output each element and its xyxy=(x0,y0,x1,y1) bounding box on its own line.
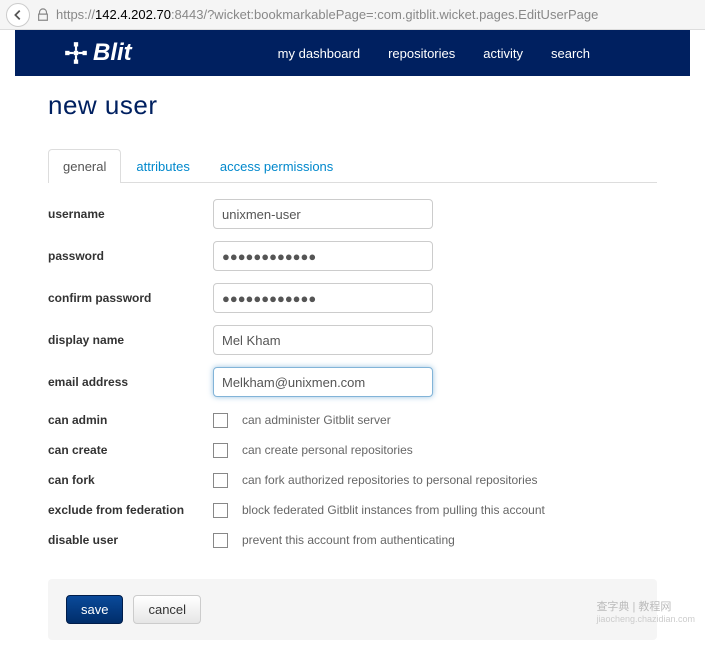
browser-address-bar: https://142.4.202.70:8443/?wicket:bookma… xyxy=(0,0,705,30)
can-create-checkbox[interactable] xyxy=(213,443,228,458)
username-input[interactable] xyxy=(213,199,433,229)
can-fork-checkbox[interactable] xyxy=(213,473,228,488)
nav-repositories[interactable]: repositories xyxy=(388,46,455,61)
confirm-password-input[interactable] xyxy=(213,283,433,313)
brand-logo[interactable]: Blit xyxy=(63,39,132,67)
form-actions: save cancel xyxy=(48,579,657,640)
can-create-desc: can create personal repositories xyxy=(242,443,413,457)
email-label: email address xyxy=(48,375,213,389)
nav-search[interactable]: search xyxy=(551,46,590,61)
tab-attributes[interactable]: attributes xyxy=(121,149,204,183)
email-input[interactable] xyxy=(213,367,433,397)
can-admin-desc: can administer Gitblit server xyxy=(242,413,391,427)
nav-activity[interactable]: activity xyxy=(483,46,523,61)
exclude-federation-desc: block federated Gitblit instances from p… xyxy=(242,503,545,517)
tab-general[interactable]: general xyxy=(48,149,121,183)
lock-icon xyxy=(36,8,50,22)
gitblit-logo-icon xyxy=(63,40,89,66)
brand-text: Blit xyxy=(93,39,132,67)
disable-user-checkbox[interactable] xyxy=(213,533,228,548)
disable-user-label: disable user xyxy=(48,533,213,547)
username-label: username xyxy=(48,207,213,221)
page-title: new user xyxy=(48,90,657,121)
tabs-container: general attributes access permissions xyxy=(48,149,657,183)
back-button[interactable] xyxy=(6,3,30,27)
tab-access-permissions[interactable]: access permissions xyxy=(205,149,348,183)
url-display[interactable]: https://142.4.202.70:8443/?wicket:bookma… xyxy=(56,7,699,22)
password-label: password xyxy=(48,249,213,263)
top-navbar: Blit my dashboard repositories activity … xyxy=(15,30,690,76)
url-prefix: https:// xyxy=(56,7,95,22)
can-fork-label: can fork xyxy=(48,473,213,487)
disable-user-desc: prevent this account from authenticating xyxy=(242,533,455,547)
nav-dashboard[interactable]: my dashboard xyxy=(278,46,360,61)
back-arrow-icon xyxy=(11,8,25,22)
confirm-password-label: confirm password xyxy=(48,291,213,305)
url-rest: :8443/?wicket:bookmarkablePage=:com.gitb… xyxy=(171,7,598,22)
exclude-federation-label: exclude from federation xyxy=(48,503,213,517)
can-fork-desc: can fork authorized repositories to pers… xyxy=(242,473,538,487)
display-name-input[interactable] xyxy=(213,325,433,355)
user-form: username password confirm password displ… xyxy=(48,183,657,640)
display-name-label: display name xyxy=(48,333,213,347)
url-host: 142.4.202.70 xyxy=(95,7,171,22)
can-admin-checkbox[interactable] xyxy=(213,413,228,428)
password-input[interactable] xyxy=(213,241,433,271)
can-create-label: can create xyxy=(48,443,213,457)
exclude-federation-checkbox[interactable] xyxy=(213,503,228,518)
can-admin-label: can admin xyxy=(48,413,213,427)
